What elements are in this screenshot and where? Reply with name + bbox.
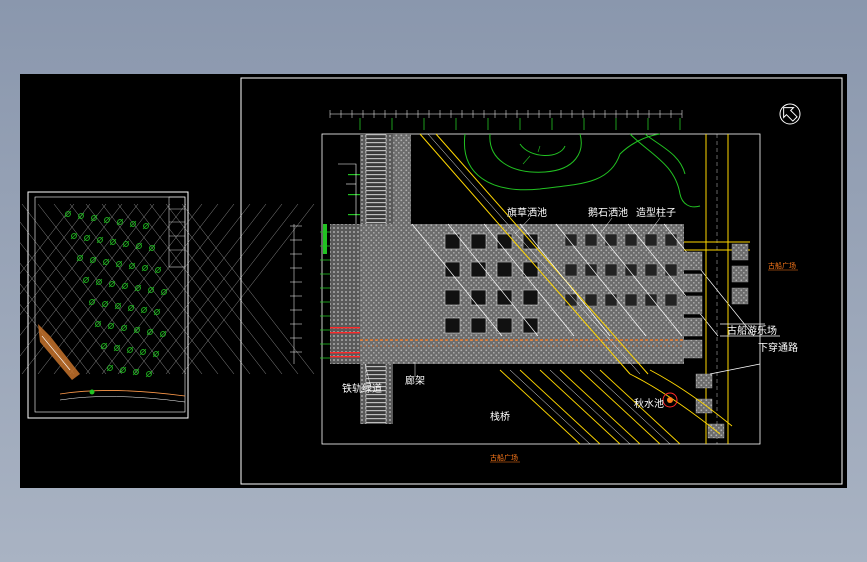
label-yuanshi-lihua: 鹅石洒池 bbox=[588, 206, 628, 219]
label-guchuan-guangchang-bottom: 古船广场 bbox=[490, 453, 518, 462]
label-zaoxing-zhuzi: 造型柱子 bbox=[636, 206, 676, 219]
north-arrow-icon bbox=[779, 103, 801, 125]
label-gu-zhuo-yuleichang: 古船游乐场 bbox=[727, 324, 777, 337]
label-xiu-shu-chi: 秋水池 bbox=[634, 397, 664, 410]
pool-marker bbox=[662, 392, 678, 408]
label-tiecao-lvdao: 铁轨绿道 bbox=[342, 382, 382, 395]
mini-sheet-frame bbox=[27, 191, 189, 419]
label-guchuan-guangchang-right: 古船广场 bbox=[768, 261, 796, 270]
contour-lines bbox=[463, 133, 701, 208]
cad-sheet: 铁轨绿道 廊架 栈桥 旗草洒池 鹅石洒池 造型柱子 古船游乐场 下穿通路 秋水池… bbox=[20, 74, 847, 488]
cad-drawing-canvas: 铁轨绿道 廊架 栈桥 旗草洒池 鹅石洒池 造型柱子 古船游乐场 下穿通路 秋水池… bbox=[20, 77, 843, 485]
label-tieqiao-bottom: 栈桥 bbox=[490, 410, 510, 423]
label-shuicao-lihua: 旗草洒池 bbox=[507, 206, 547, 219]
top-dimension-line bbox=[329, 110, 683, 130]
mini-sheet bbox=[20, 191, 315, 419]
mini-tree-grid bbox=[20, 203, 315, 378]
label-xia-chuan-tongdao: 下穿通路 bbox=[758, 341, 798, 354]
